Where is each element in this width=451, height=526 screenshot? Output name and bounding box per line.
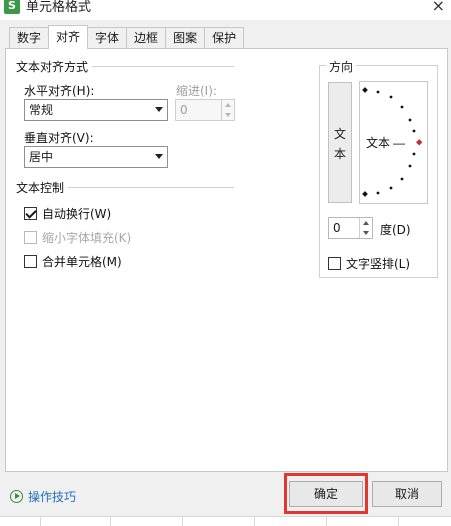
- grid-line: [254, 517, 255, 526]
- dial-dot: [408, 118, 412, 122]
- tab-number[interactable]: 数字: [9, 27, 50, 49]
- vertical-align-select[interactable]: 居中: [24, 146, 168, 168]
- spin-up-icon[interactable]: [363, 221, 369, 225]
- tab-border[interactable]: 边框: [126, 27, 167, 49]
- wps-app-icon: S: [4, 0, 20, 14]
- orientation-dial-graphic: 文本 —: [362, 87, 423, 197]
- vertical-text-button[interactable]: 文 本: [328, 82, 352, 203]
- indent-stepper[interactable]: 0: [175, 99, 235, 121]
- shrink-to-fit-label: 缩小字体填充(K): [42, 230, 132, 245]
- title-bar: S 单元格格式 ×: [0, 0, 451, 20]
- dial-tick-bottom: [362, 191, 368, 197]
- play-circle-icon: [10, 490, 23, 503]
- indent-spin-buttons[interactable]: [221, 100, 234, 120]
- spin-down-icon[interactable]: [225, 113, 231, 117]
- indent-value: 0: [180, 103, 188, 117]
- indent-label: 缩进(I):: [176, 84, 217, 98]
- spin-up-icon[interactable]: [225, 103, 231, 107]
- degree-spin-buttons[interactable]: [359, 218, 372, 238]
- dial-dot: [412, 152, 416, 156]
- tab-protection[interactable]: 保护: [204, 27, 245, 49]
- orientation-dial[interactable]: 文本 —: [359, 81, 428, 204]
- tab-alignment[interactable]: 对齐: [48, 25, 89, 49]
- vertical-stack-label: 文字竖排(L): [346, 256, 411, 271]
- dial-line: —: [393, 136, 405, 150]
- ok-button[interactable]: 确定: [289, 481, 363, 507]
- horizontal-align-select[interactable]: 常规: [24, 99, 168, 121]
- dial-dot: [389, 186, 393, 190]
- grid-line: [182, 517, 183, 526]
- dial-dot: [376, 90, 380, 94]
- close-icon[interactable]: ×: [432, 0, 445, 15]
- grid-line: [40, 517, 41, 526]
- dial-dot: [400, 177, 404, 181]
- wrap-text-label: 自动换行(W): [42, 206, 112, 221]
- tips-label: 操作技巧: [28, 490, 77, 504]
- dial-dot: [412, 129, 416, 133]
- vertical-align-label: 垂直对齐(V):: [24, 131, 94, 145]
- text-control-group-title: 文本控制: [16, 179, 69, 196]
- sheet-grid-strip: [0, 516, 451, 526]
- dial-dot: [400, 105, 404, 109]
- grid-line: [326, 517, 327, 526]
- grid-line: [110, 517, 111, 526]
- degree-value: 0: [333, 221, 341, 235]
- tab-strip: 数字 对齐 字体 边框 图案 保护: [9, 25, 245, 49]
- degree-label: 度(D): [380, 223, 411, 237]
- chevron-down-icon: [155, 154, 163, 159]
- alignment-group-title: 文本对齐方式: [16, 58, 93, 75]
- grid-line: [398, 517, 399, 526]
- vertical-align-value: 居中: [29, 150, 54, 164]
- dial-dot: [408, 164, 412, 168]
- orientation-group-title: 方向: [326, 58, 357, 75]
- tips-link[interactable]: 操作技巧: [10, 488, 76, 505]
- wrap-text-checkbox[interactable]: [24, 206, 37, 220]
- vertical-text-char: 本: [334, 147, 347, 161]
- wrap-text-checkbox-row[interactable]: 自动换行(W): [24, 205, 111, 221]
- merge-cells-checkbox-row[interactable]: 合并单元格(M): [24, 253, 122, 269]
- degree-stepper[interactable]: 0: [328, 217, 373, 239]
- dial-tick-top: [362, 87, 368, 93]
- dial-marker-icon[interactable]: [416, 139, 423, 146]
- vertical-text-char: 文: [334, 127, 347, 141]
- cancel-button[interactable]: 取消: [372, 481, 442, 507]
- vertical-stack-checkbox[interactable]: [328, 256, 341, 270]
- dial-text: 文本: [366, 135, 390, 150]
- horizontal-align-value: 常规: [29, 103, 54, 117]
- dial-dot: [389, 95, 393, 99]
- vertical-stack-checkbox-row[interactable]: 文字竖排(L): [328, 255, 410, 271]
- tab-font[interactable]: 字体: [87, 27, 128, 49]
- spin-down-icon[interactable]: [363, 231, 369, 235]
- shrink-to-fit-checkbox[interactable]: [24, 230, 37, 244]
- shrink-to-fit-checkbox-row[interactable]: 缩小字体填充(K): [24, 229, 131, 245]
- tab-pattern[interactable]: 图案: [165, 27, 206, 49]
- merge-cells-checkbox[interactable]: [24, 254, 37, 268]
- horizontal-align-label: 水平对齐(H):: [24, 84, 95, 98]
- merge-cells-label: 合并单元格(M): [42, 254, 122, 269]
- chevron-down-icon: [155, 107, 163, 112]
- dial-dot: [376, 191, 380, 195]
- window-title: 单元格格式: [26, 0, 92, 15]
